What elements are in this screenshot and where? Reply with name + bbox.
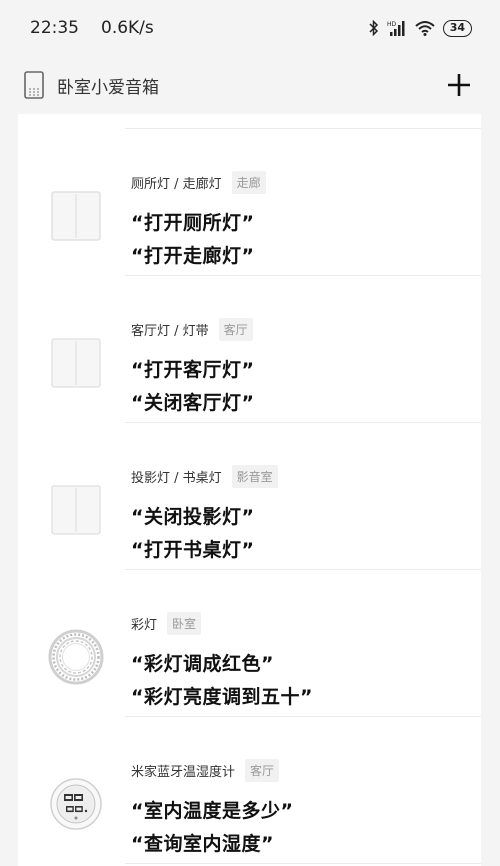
device-list: 厕所灯 / 走廊灯 走廊 “打开厕所灯” “打开走廊灯” 客厅灯 / 灯带 客厅…: [18, 114, 481, 866]
list-item[interactable]: 客厅灯 / 灯带 客厅 “打开客厅灯” “关闭客厅灯”: [18, 275, 481, 422]
room-tag: 影音室: [231, 465, 278, 488]
status-bar: 22:35 0.6K/s HD 34: [0, 0, 500, 56]
switch-icon: [46, 480, 106, 540]
voice-command: “彩灯调成红色”: [131, 653, 274, 675]
add-button[interactable]: [442, 68, 476, 102]
device-name: 米家蓝牙温湿度计: [131, 765, 236, 780]
app-header: 卧室小爱音箱: [0, 56, 500, 114]
voice-command: “彩灯亮度调到五十”: [131, 686, 313, 708]
thermometer-icon: [46, 774, 106, 834]
voice-command: “关闭客厅灯”: [131, 392, 255, 414]
divider: [125, 863, 481, 864]
voice-command: “打开厕所灯”: [131, 212, 255, 234]
device-name: 客厅灯 / 灯带: [131, 324, 209, 339]
battery-indicator: 34: [442, 19, 472, 37]
room-tag: 走廊: [231, 171, 266, 194]
device-name: 投影灯 / 书桌灯: [131, 471, 222, 486]
voice-command: “室内温度是多少”: [131, 800, 294, 822]
switch-icon: [46, 186, 106, 246]
network-speed: 0.6K/s: [101, 18, 154, 38]
list-item[interactable]: 厕所灯 / 走廊灯 走廊 “打开厕所灯” “打开走廊灯”: [18, 128, 481, 275]
signal-icon: HD: [387, 21, 405, 36]
light-strip-icon: [46, 627, 106, 687]
wifi-icon: [415, 21, 435, 36]
list-item[interactable]: 米家蓝牙温湿度计 客厅 “室内温度是多少” “查询室内湿度”: [18, 716, 481, 863]
list-item[interactable]: 彩灯 卧室 “彩灯调成红色” “彩灯亮度调到五十”: [18, 569, 481, 716]
page-title: 卧室小爱音箱: [57, 77, 159, 98]
bluetooth-icon: [369, 20, 378, 36]
room-tag: 客厅: [218, 318, 253, 341]
list-item[interactable]: 投影灯 / 书桌灯 影音室 “关闭投影灯” “打开书桌灯”: [18, 422, 481, 569]
plus-icon: [448, 74, 470, 96]
voice-command: “查询室内湿度”: [131, 833, 274, 855]
device-name-row: 厕所灯 / 走廊灯 走廊: [131, 171, 266, 194]
voice-command: “打开客厅灯”: [131, 359, 255, 381]
device-name-row: 客厅灯 / 灯带 客厅: [131, 318, 253, 341]
voice-command: “打开走廊灯”: [131, 245, 255, 267]
switch-icon: [46, 333, 106, 393]
room-tag: 客厅: [245, 759, 280, 782]
device-name: 厕所灯 / 走廊灯: [131, 177, 222, 192]
speaker-icon: [24, 71, 44, 99]
status-icons: HD 34: [369, 19, 472, 37]
device-name-row: 投影灯 / 书桌灯 影音室: [131, 465, 278, 488]
device-name-row: 米家蓝牙温湿度计 客厅: [131, 759, 280, 782]
status-time: 22:35: [30, 18, 79, 38]
device-name-row: 彩灯 卧室: [131, 612, 202, 635]
svg-text:HD: HD: [387, 21, 397, 28]
voice-command: “关闭投影灯”: [131, 506, 255, 528]
device-name: 彩灯: [131, 618, 158, 633]
voice-command: “打开书桌灯”: [131, 539, 255, 561]
room-tag: 卧室: [167, 612, 202, 635]
